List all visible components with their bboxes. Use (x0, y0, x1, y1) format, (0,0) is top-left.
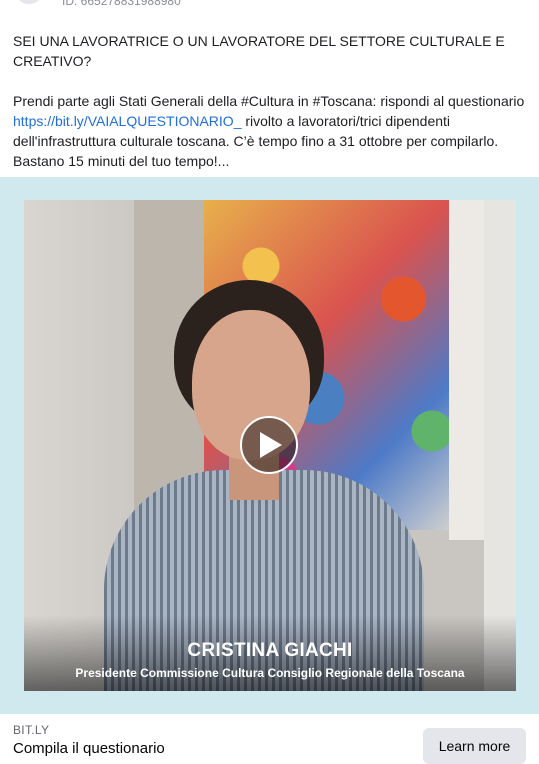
ad-id-text: ID: 665278831988980 (62, 0, 181, 8)
caption-role: Presidente Commissione Cultura Consiglio… (75, 666, 465, 680)
video-player[interactable]: CRISTINA GIACHI Presidente Commissione C… (24, 200, 516, 691)
post-body: Prendi parte agli Stati Generali della #… (13, 91, 529, 171)
media-container[interactable]: CRISTINA GIACHI Presidente Commissione C… (0, 177, 539, 714)
questionnaire-link[interactable]: https://bit.ly/VAIALQUESTIONARIO_ (13, 113, 241, 129)
avatar[interactable] (14, 0, 44, 4)
play-button[interactable] (240, 416, 298, 474)
link-title[interactable]: Compila il questionario (13, 740, 165, 757)
link-domain: BIT.LY (13, 723, 50, 737)
play-icon (260, 432, 282, 458)
post-headline: SEI UNA LAVORATRICE O UN LAVORATORE DEL … (13, 33, 505, 69)
caption-name: CRISTINA GIACHI (187, 640, 353, 661)
post-text: SEI UNA LAVORATRICE O UN LAVORATORE DEL … (13, 31, 529, 171)
learn-more-button[interactable]: Learn more (423, 728, 526, 764)
link-preview-card[interactable]: BIT.LY Compila il questionario Learn mor… (0, 714, 539, 764)
post-body-prefix: Prendi parte agli Stati Generali della #… (13, 93, 525, 109)
